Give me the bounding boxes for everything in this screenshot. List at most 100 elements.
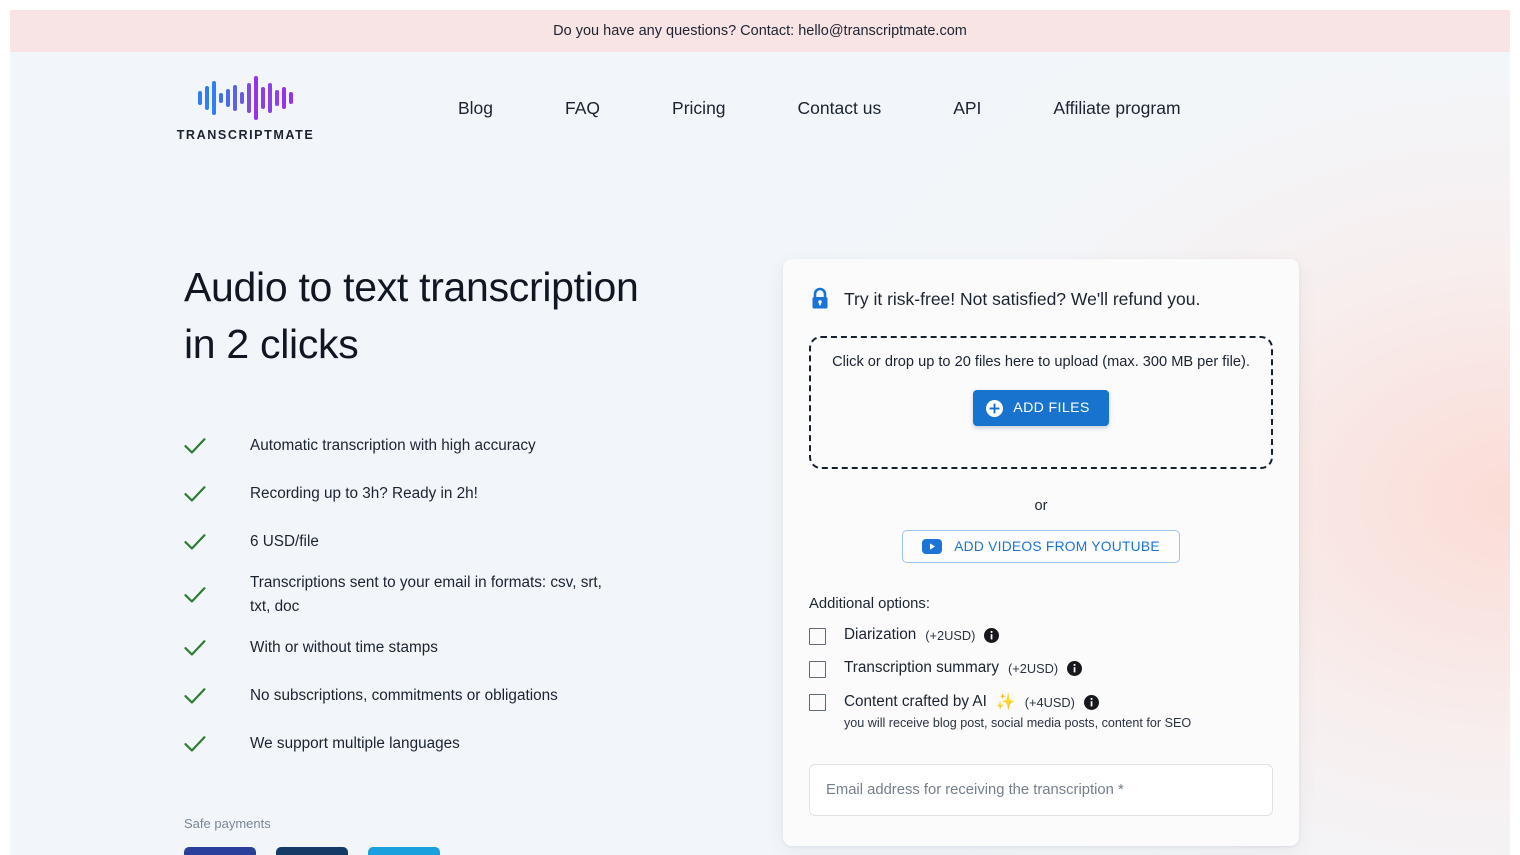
add-youtube-videos-button[interactable]: ADD VIDEOS FROM YOUTUBE bbox=[902, 530, 1180, 563]
feature-item: With or without time stamps bbox=[184, 624, 684, 672]
nav-item-blog[interactable]: Blog bbox=[422, 98, 529, 119]
email-field[interactable] bbox=[809, 764, 1273, 816]
option-price: (+2USD) bbox=[1008, 660, 1059, 676]
feature-text: No subscriptions, commitments or obligat… bbox=[250, 686, 558, 704]
lock-icon bbox=[809, 287, 831, 311]
waveform-bar-4 bbox=[226, 88, 230, 107]
visa-badge bbox=[184, 846, 256, 855]
feature-text: We support multiple languages bbox=[250, 734, 460, 752]
nav-item-api[interactable]: API bbox=[917, 98, 1017, 119]
contact-banner-text: Do you have any questions? Contact: hell… bbox=[553, 23, 967, 39]
main-content: Audio to text transcription in 2 clicks … bbox=[10, 164, 1510, 855]
waveform-bar-11 bbox=[275, 89, 279, 106]
site-header: TRANSCRIPTMATE Blog FAQ Pricing Contact us A… bbox=[10, 52, 1510, 164]
feature-text: Transcriptions sent to your email in for… bbox=[250, 574, 602, 616]
main-navigation: Blog FAQ Pricing Contact us API Affiliate pro… bbox=[422, 98, 1217, 119]
option-label: Content crafted by AI bbox=[844, 693, 987, 710]
feature-item: Automatic transcription with high accura… bbox=[184, 422, 684, 470]
youtube-button-wrap: ADD VIDEOS FROM YOUTUBE bbox=[809, 530, 1273, 563]
check-icon bbox=[184, 735, 206, 753]
upload-column: Try it risk-free! Not satisfied? We'll r… bbox=[783, 259, 1299, 855]
option-body: Content crafted by AI ✨ (+4USD) you will re… bbox=[844, 692, 1191, 730]
or-divider: or bbox=[1034, 498, 1048, 514]
check-icon bbox=[184, 586, 206, 604]
waveform-bar-0 bbox=[198, 90, 202, 105]
feature-item: No subscriptions, commitments or obligat… bbox=[184, 672, 684, 720]
feature-item: Recording up to 3h? Ready in 2h! bbox=[184, 470, 684, 518]
waveform-bar-3 bbox=[219, 92, 223, 103]
feature-text: With or without time stamps bbox=[250, 638, 438, 656]
waveform-bar-12 bbox=[282, 86, 286, 109]
option-body: Diarization (+2USD) bbox=[844, 626, 1000, 644]
paypal-badge bbox=[276, 846, 348, 855]
add-youtube-videos-label: ADD VIDEOS FROM YOUTUBE bbox=[954, 539, 1160, 554]
option-checkbox[interactable] bbox=[809, 694, 826, 711]
option-sublabel: you will receive blog post, social media… bbox=[844, 716, 1192, 730]
info-icon[interactable] bbox=[1083, 694, 1099, 710]
safe-payments-label: Safe payments bbox=[184, 815, 271, 831]
option-label: Diarization bbox=[844, 626, 917, 643]
upload-card: Try it risk-free! Not satisfied? We'll r… bbox=[783, 259, 1299, 846]
hero-column: Audio to text transcription in 2 clicks … bbox=[184, 259, 684, 855]
email-input[interactable] bbox=[826, 782, 1256, 798]
feature-text: Recording up to 3h? Ready in 2h! bbox=[250, 485, 478, 503]
waveform-bar-6 bbox=[240, 91, 244, 104]
option-line: Transcription summary (+2USD) bbox=[844, 659, 1083, 677]
option-label: Transcription summary bbox=[844, 659, 999, 676]
contact-banner: Do you have any questions? Contact: hell… bbox=[10, 10, 1510, 52]
feature-text: 6 USD/file bbox=[250, 533, 319, 551]
logo-wordmark: TRANSCRIPTMATE bbox=[176, 127, 315, 142]
risk-free-header: Try it risk-free! Not satisfied? We'll r… bbox=[809, 287, 1273, 311]
sparkles-icon: ✨ bbox=[995, 694, 1016, 711]
page-title: Audio to text transcription in 2 clicks bbox=[184, 259, 684, 372]
waveform-bar-2 bbox=[212, 80, 216, 115]
feature-item: We support multiple languages bbox=[184, 720, 684, 768]
option-row: Diarization (+2USD) bbox=[809, 626, 1273, 645]
logo[interactable]: TRANSCRIPTMATE bbox=[173, 75, 318, 142]
option-row: Transcription summary (+2USD) bbox=[809, 659, 1273, 678]
hero-line-1: Audio to text transcription bbox=[184, 264, 639, 310]
amex-badge bbox=[368, 846, 440, 855]
waveform-bar-5 bbox=[233, 84, 237, 111]
check-icon bbox=[184, 687, 206, 705]
feature-item: Transcriptions sent to your email in for… bbox=[184, 566, 684, 624]
check-icon bbox=[184, 437, 206, 455]
info-icon[interactable] bbox=[984, 627, 1000, 643]
waveform-bar-8 bbox=[254, 75, 258, 120]
waveform-bar-13 bbox=[289, 91, 293, 104]
plus-circle-icon bbox=[986, 399, 1004, 417]
waveform-bar-7 bbox=[247, 82, 251, 113]
nav-item-affiliate-program[interactable]: Affiliate program bbox=[1017, 98, 1216, 119]
waveform-bar-10 bbox=[268, 82, 272, 113]
nav-item-faq[interactable]: FAQ bbox=[529, 98, 636, 119]
additional-options-list: Diarization (+2USD) Transcription summary (… bbox=[809, 626, 1273, 730]
feature-text: Automatic transcription with high accura… bbox=[250, 437, 536, 455]
dropzone-text: Click or drop up to 20 files here to upl… bbox=[832, 354, 1250, 370]
payment-badges bbox=[184, 846, 684, 855]
waveform-icon bbox=[198, 75, 293, 121]
file-dropzone[interactable]: Click or drop up to 20 files here to upl… bbox=[809, 336, 1273, 469]
nav-item-contact-us[interactable]: Contact us bbox=[762, 98, 918, 119]
check-icon bbox=[184, 485, 206, 503]
hero-line-2: in 2 clicks bbox=[184, 320, 359, 367]
option-line: Diarization (+2USD) bbox=[844, 626, 1000, 644]
check-icon bbox=[184, 639, 206, 657]
feature-list: Automatic transcription with high accura… bbox=[184, 422, 684, 768]
risk-free-text: Try it risk-free! Not satisfied? We'll r… bbox=[844, 288, 1201, 309]
option-row: Content crafted by AI ✨ (+4USD) you will re… bbox=[809, 692, 1273, 730]
waveform-bar-1 bbox=[205, 85, 209, 110]
info-icon[interactable] bbox=[1067, 660, 1083, 676]
add-files-label: ADD FILES bbox=[1013, 400, 1090, 416]
waveform-bar-9 bbox=[261, 86, 265, 109]
add-files-button[interactable]: ADD FILES bbox=[973, 390, 1109, 426]
page-root: Do you have any questions? Contact: hell… bbox=[10, 10, 1510, 855]
feature-item: 6 USD/file bbox=[184, 518, 684, 566]
check-icon bbox=[184, 533, 206, 551]
additional-options-title: Additional options: bbox=[809, 596, 930, 612]
nav-item-pricing[interactable]: Pricing bbox=[636, 98, 762, 119]
option-checkbox[interactable] bbox=[809, 661, 826, 678]
option-price: (+2USD) bbox=[925, 627, 976, 643]
safe-payments: Safe payments bbox=[184, 816, 684, 855]
option-checkbox[interactable] bbox=[809, 628, 826, 645]
option-price: (+4USD) bbox=[1024, 694, 1075, 710]
